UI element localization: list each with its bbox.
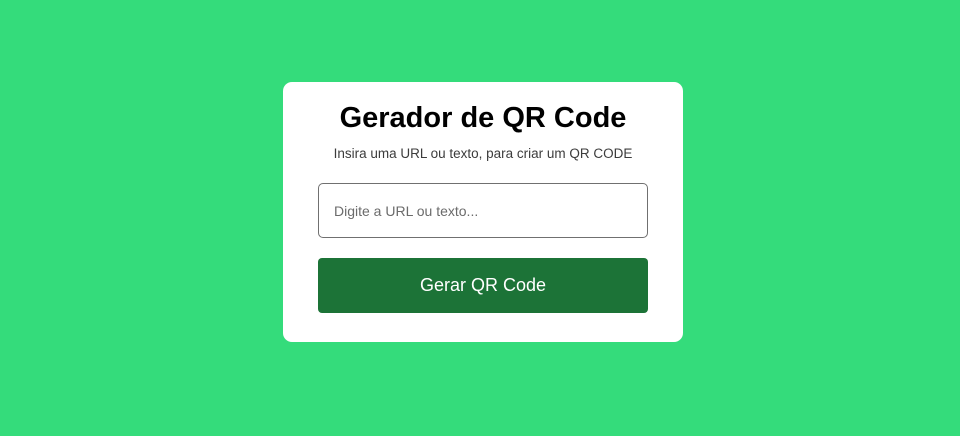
page-background: { "colors": { "background": "#34dc7b", "… [0, 0, 960, 436]
generate-qr-code-button[interactable]: Gerar QR Code [318, 258, 648, 313]
url-text-input[interactable] [318, 183, 648, 238]
page-subtitle: Insira uma URL ou texto, para criar um Q… [333, 146, 633, 161]
page-title: Gerador de QR Code [339, 102, 627, 134]
qr-generator-card: Gerador de QR Code Insira uma URL ou tex… [283, 82, 683, 342]
